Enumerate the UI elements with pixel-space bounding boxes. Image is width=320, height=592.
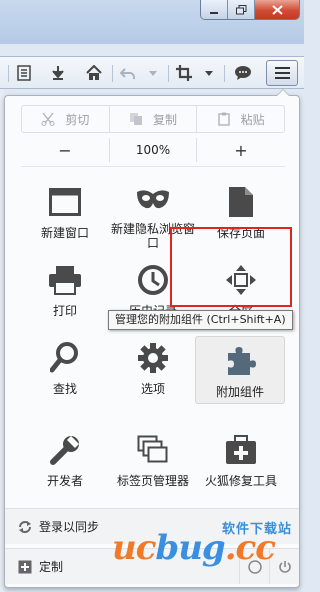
tab-manager-button[interactable]: 标签页管理器	[109, 426, 197, 498]
copy-button[interactable]: 复制	[110, 106, 198, 132]
developer-label: 开发者	[46, 474, 83, 488]
browser-toolbar	[0, 56, 304, 89]
options-button[interactable]: 选项	[109, 334, 197, 406]
panel-arrow-fill	[277, 90, 289, 96]
home-icon[interactable]	[84, 63, 104, 83]
help-icon	[247, 559, 262, 574]
zoom-reset-button[interactable]: 100%	[109, 138, 197, 162]
copy-label: 复制	[153, 112, 178, 127]
window-controls	[200, 0, 300, 20]
new-window-label: 新建窗口	[40, 226, 89, 240]
private-mask-icon	[135, 184, 171, 216]
print-button[interactable]: 打印	[21, 256, 109, 328]
highlight-box	[170, 227, 292, 307]
menu-panel: 剪切 复制 粘贴 − 100% + 新建窗口 新建隐私浏览窗口 保存页面 打印 …	[4, 95, 300, 588]
restore-button[interactable]	[228, 0, 255, 19]
zoom-in-button[interactable]: +	[197, 138, 285, 162]
power-icon	[278, 560, 291, 573]
puzzle-icon	[222, 343, 258, 379]
close-button[interactable]	[255, 0, 299, 19]
sync-icon	[17, 519, 33, 535]
paste-icon	[217, 112, 231, 126]
options-label: 选项	[140, 382, 165, 396]
zoom-controls: − 100% +	[21, 137, 285, 163]
toolbar-separator	[8, 65, 9, 82]
window-titlebar	[0, 0, 304, 44]
download-icon[interactable]	[48, 63, 68, 83]
customize-row[interactable]: 定制	[5, 548, 299, 584]
addons-button[interactable]: 附加组件	[195, 336, 285, 404]
addons-label: 附加组件	[215, 385, 264, 399]
find-label: 查找	[52, 382, 77, 396]
reader-icon[interactable]	[14, 63, 34, 83]
dropdown-icon[interactable]	[146, 63, 160, 83]
undo-icon[interactable]	[118, 63, 138, 83]
new-window-icon	[47, 184, 83, 220]
cut-label: 剪切	[65, 112, 90, 127]
history-clock-icon	[135, 262, 171, 298]
paste-label: 粘贴	[240, 112, 265, 127]
repair-tool-label: 火狐修复工具	[204, 474, 277, 488]
wrench-icon	[47, 432, 83, 468]
help-button[interactable]	[239, 549, 269, 584]
minimize-button[interactable]	[201, 0, 228, 19]
repair-tool-button[interactable]: 火狐修复工具	[197, 426, 285, 498]
menu-button[interactable]	[266, 60, 298, 86]
search-icon	[47, 340, 83, 376]
zoom-out-button[interactable]: −	[21, 138, 109, 162]
customize-label: 定制	[39, 560, 64, 574]
sync-label: 登录以同步	[39, 520, 100, 534]
toolbar-separator	[168, 65, 169, 82]
print-label: 打印	[52, 304, 77, 318]
panel-separator	[21, 166, 285, 167]
toolbar-separator	[224, 65, 225, 82]
cut-button[interactable]: 剪切	[22, 106, 110, 132]
customize-plus-icon	[17, 559, 33, 575]
addons-tooltip: 管理您的附加组件 (Ctrl+Shift+A)	[108, 310, 293, 330]
paste-button[interactable]: 粘贴	[197, 106, 284, 132]
tab-manager-label: 标签页管理器	[116, 474, 189, 488]
printer-icon	[47, 262, 83, 298]
toolbar-separator	[112, 65, 113, 82]
find-button[interactable]: 查找	[21, 334, 109, 406]
crop-icon[interactable]	[174, 63, 194, 83]
scissors-icon	[41, 112, 55, 126]
repair-kit-icon	[223, 432, 259, 468]
copy-icon	[129, 112, 143, 126]
tab-manager-icon	[135, 432, 171, 468]
sync-row[interactable]: 登录以同步	[5, 508, 299, 544]
edit-controls: 剪切 复制 粘贴	[21, 105, 285, 133]
menu-icon	[274, 67, 290, 69]
footer-buttons	[239, 549, 299, 584]
new-window-button[interactable]: 新建窗口	[21, 178, 109, 250]
quit-button[interactable]	[269, 549, 299, 584]
save-page-icon	[223, 184, 259, 220]
developer-button[interactable]: 开发者	[21, 426, 109, 498]
chat-icon[interactable]	[232, 63, 254, 83]
gear-icon	[135, 340, 171, 376]
dropdown-icon[interactable]	[202, 63, 216, 83]
